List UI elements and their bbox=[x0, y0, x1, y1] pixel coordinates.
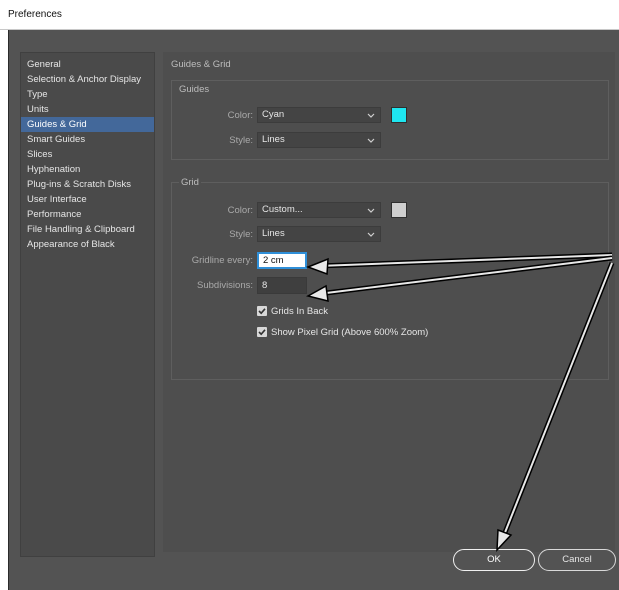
sidebar-item-slices[interactable]: Slices bbox=[21, 147, 154, 162]
subdivisions-label: Subdivisions: bbox=[197, 280, 253, 291]
sidebar-item-hyphenation[interactable]: Hyphenation bbox=[21, 162, 154, 177]
grid-color-label: Color: bbox=[227, 205, 253, 216]
gridline-every-label: Gridline every: bbox=[191, 255, 253, 266]
chevron-down-icon bbox=[367, 232, 375, 237]
cancel-button[interactable]: Cancel bbox=[538, 549, 616, 571]
guides-color-select[interactable]: Cyan bbox=[257, 107, 381, 123]
sidebar-item-smart-guides[interactable]: Smart Guides bbox=[21, 132, 154, 147]
title-bar: Preferences bbox=[0, 0, 619, 30]
sidebar-item-guides-grid[interactable]: Guides & Grid bbox=[21, 117, 154, 132]
sidebar-item-type[interactable]: Type bbox=[21, 87, 154, 102]
guides-style-select[interactable]: Lines bbox=[257, 132, 381, 148]
subdivisions-input[interactable]: 8 bbox=[257, 277, 307, 294]
sidebar-item-appearance-of-black[interactable]: Appearance of Black bbox=[21, 237, 154, 252]
guides-color-swatch[interactable] bbox=[391, 107, 407, 123]
sidebar-item-performance[interactable]: Performance bbox=[21, 207, 154, 222]
category-sidebar: General Selection & Anchor Display Type … bbox=[20, 52, 155, 557]
chevron-down-icon bbox=[367, 113, 375, 118]
grids-in-back-checkbox-row[interactable]: Grids In Back bbox=[257, 306, 328, 318]
settings-panel: Guides & Grid Guides Color: Cyan Style: … bbox=[163, 52, 615, 552]
grids-in-back-label: Grids In Back bbox=[271, 306, 329, 317]
guides-style-label: Style: bbox=[229, 135, 253, 146]
checkmark-icon bbox=[258, 308, 266, 315]
section-title: Guides & Grid bbox=[171, 59, 231, 70]
chevron-down-icon bbox=[367, 208, 375, 213]
grid-style-value: Lines bbox=[262, 228, 285, 239]
grid-style-select[interactable]: Lines bbox=[257, 226, 381, 242]
sidebar-item-file-handling-clipboard[interactable]: File Handling & Clipboard bbox=[21, 222, 154, 237]
checkmark-icon bbox=[258, 329, 266, 336]
guides-color-value: Cyan bbox=[262, 109, 285, 120]
chevron-down-icon bbox=[367, 138, 375, 143]
grid-color-swatch[interactable] bbox=[391, 202, 407, 218]
ok-button[interactable]: OK bbox=[453, 549, 535, 571]
sidebar-item-general[interactable]: General bbox=[21, 57, 154, 72]
show-pixel-grid-checkbox-row[interactable]: Show Pixel Grid (Above 600% Zoom) bbox=[257, 327, 428, 339]
window-title: Preferences bbox=[8, 9, 62, 20]
gridline-every-input[interactable]: 2 cm bbox=[257, 252, 307, 269]
grid-group-title: Grid bbox=[179, 177, 201, 188]
preferences-dialog: General Selection & Anchor Display Type … bbox=[8, 30, 619, 590]
sidebar-item-selection-anchor-display[interactable]: Selection & Anchor Display bbox=[21, 72, 154, 87]
show-pixel-grid-label: Show Pixel Grid (Above 600% Zoom) bbox=[271, 327, 429, 338]
sidebar-item-user-interface[interactable]: User Interface bbox=[21, 192, 154, 207]
show-pixel-grid-checkbox[interactable] bbox=[257, 327, 267, 338]
guides-group-title: Guides bbox=[179, 84, 210, 95]
grid-color-select[interactable]: Custom... bbox=[257, 202, 381, 218]
grids-in-back-checkbox[interactable] bbox=[257, 306, 267, 317]
guides-color-label: Color: bbox=[227, 110, 253, 121]
sidebar-item-units[interactable]: Units bbox=[21, 102, 154, 117]
grid-color-value: Custom... bbox=[262, 204, 303, 215]
sidebar-item-plugins-scratch-disks[interactable]: Plug-ins & Scratch Disks bbox=[21, 177, 154, 192]
grid-style-label: Style: bbox=[229, 229, 253, 240]
guides-style-value: Lines bbox=[262, 134, 285, 145]
